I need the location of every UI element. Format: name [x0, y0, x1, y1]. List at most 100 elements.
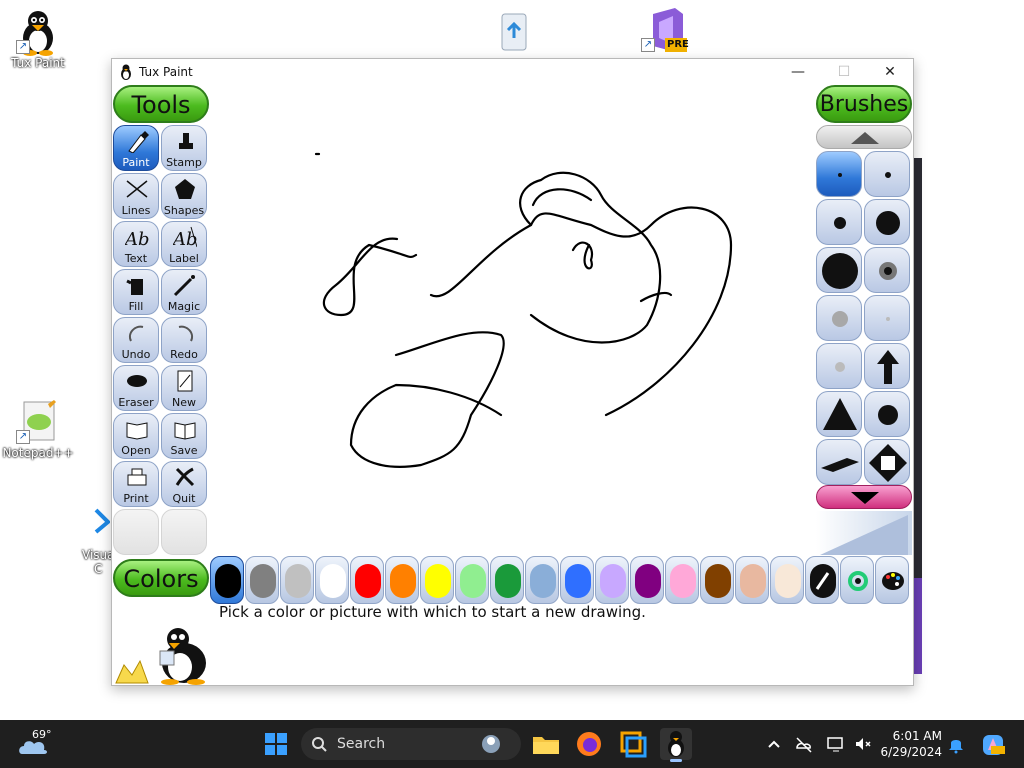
color-swatch-fill: [635, 564, 661, 598]
tool-lines-button[interactable]: Lines: [113, 173, 159, 219]
brush-option-4[interactable]: [864, 199, 910, 245]
brush-shape-icon: [823, 398, 857, 430]
minimize-button[interactable]: —: [775, 59, 821, 85]
notification-bell-icon[interactable]: [946, 734, 966, 754]
color-swatch-17[interactable]: [770, 556, 804, 604]
display-icon[interactable]: [826, 734, 846, 754]
color-swatch-8[interactable]: [455, 556, 489, 604]
tux-paint-taskbar-button[interactable]: [660, 728, 692, 762]
tool-text-button[interactable]: Abc Text: [113, 221, 159, 267]
brush-size-slider[interactable]: [816, 511, 912, 555]
tool-paint-button[interactable]: Paint: [113, 125, 159, 171]
drawing-canvas[interactable]: [211, 85, 815, 557]
brush-option-1[interactable]: [816, 151, 862, 197]
rainbow-color-button[interactable]: [840, 556, 874, 604]
color-swatch-4[interactable]: [315, 556, 349, 604]
color-swatch-fill: [705, 564, 731, 598]
weather-widget[interactable]: 69°: [18, 728, 58, 760]
desktop-icon-visual-studio-preview[interactable]: PRE ↗: [627, 6, 699, 54]
color-picker-dropper-button[interactable]: [805, 556, 839, 604]
brushes-scroll-down-button[interactable]: [816, 485, 912, 509]
brush-option-10[interactable]: [864, 343, 910, 389]
quit-icon: [175, 467, 195, 487]
tool-label: Quit: [172, 492, 196, 505]
color-swatch-fill: [250, 564, 276, 598]
brush-option-2[interactable]: [864, 151, 910, 197]
color-wheel-icon: [848, 571, 868, 591]
color-swatch-9[interactable]: [490, 556, 524, 604]
color-swatch-1[interactable]: [210, 556, 244, 604]
color-swatch-fill: [530, 564, 556, 598]
taskbar-search-box[interactable]: Search: [301, 728, 521, 760]
maximize-button[interactable]: ☐: [821, 59, 867, 85]
color-swatch-15[interactable]: [700, 556, 734, 604]
tool-redo-button[interactable]: Redo: [161, 317, 207, 363]
close-button[interactable]: ✕: [867, 59, 913, 85]
shortcut-arrow-icon: ↗: [641, 38, 655, 52]
start-button[interactable]: [260, 728, 292, 760]
tool-stamp-button[interactable]: Stamp: [161, 125, 207, 171]
color-swatch-11[interactable]: [560, 556, 594, 604]
brush-shape-icon: [879, 262, 897, 280]
brush-option-3[interactable]: [816, 199, 862, 245]
stamp-icon: [179, 133, 193, 149]
desktop-icon-notepad-plus-plus[interactable]: ↗ Notepad++: [2, 398, 74, 460]
tool-print-button[interactable]: Print: [113, 461, 159, 507]
tool-fill-button[interactable]: Fill: [113, 269, 159, 315]
tool-shapes-button[interactable]: Shapes: [161, 173, 207, 219]
tool-open-button[interactable]: Open: [113, 413, 159, 459]
tool-eraser-button[interactable]: Eraser: [113, 365, 159, 411]
brush-option-11[interactable]: [816, 391, 862, 437]
lines-icon: [126, 180, 148, 198]
brush-option-9[interactable]: [816, 343, 862, 389]
app-switch-button[interactable]: [617, 728, 649, 760]
brush-shape-icon: [886, 317, 890, 321]
brush-option-6[interactable]: [864, 247, 910, 293]
show-hidden-icons-chevron-icon[interactable]: [764, 734, 784, 754]
color-swatch-7[interactable]: [420, 556, 454, 604]
color-swatch-fill: [320, 564, 346, 598]
tool-quit-button[interactable]: Quit: [161, 461, 207, 507]
title-bar[interactable]: Tux Paint — ☐ ✕: [112, 59, 913, 85]
volume-muted-icon[interactable]: [853, 734, 873, 754]
tool-save-button[interactable]: Save: [161, 413, 207, 459]
tool-label: Text: [124, 252, 148, 265]
brush-option-7[interactable]: [816, 295, 862, 341]
desktop-icon-recycle-bin[interactable]: [474, 8, 546, 56]
tool-magic-button[interactable]: Magic: [161, 269, 207, 315]
tool-label: Undo: [121, 348, 151, 361]
copilot-icon[interactable]: [980, 732, 1006, 758]
brush-option-8[interactable]: [864, 295, 910, 341]
brush-shape-icon: [878, 405, 898, 425]
brush-shape-icon: [821, 458, 859, 472]
window-title: Tux Paint: [139, 65, 193, 79]
brushes-scroll-up-button[interactable]: [816, 125, 912, 149]
brush-option-12[interactable]: [864, 391, 910, 437]
brush-option-13[interactable]: [816, 439, 862, 485]
undo-icon: [129, 325, 144, 342]
brush-option-14[interactable]: [864, 439, 910, 485]
color-swatch-10[interactable]: [525, 556, 559, 604]
brush-option-5[interactable]: [816, 247, 862, 293]
color-swatch-14[interactable]: [665, 556, 699, 604]
tool-undo-button[interactable]: Undo: [113, 317, 159, 363]
search-highlight-icon: [482, 735, 500, 753]
file-explorer-button[interactable]: [530, 728, 562, 760]
color-swatch-12[interactable]: [595, 556, 629, 604]
palette-color-button[interactable]: [875, 556, 909, 604]
color-swatch-5[interactable]: [350, 556, 384, 604]
tool-new-button[interactable]: New: [161, 365, 207, 411]
network-offline-icon[interactable]: [794, 734, 814, 754]
tool-label-button[interactable]: Ab Label: [161, 221, 207, 267]
color-swatch-16[interactable]: [735, 556, 769, 604]
brush-shape-icon: [822, 253, 858, 289]
open-book-icon: [126, 422, 148, 440]
color-swatch-6[interactable]: [385, 556, 419, 604]
color-swatch-2[interactable]: [245, 556, 279, 604]
tool-label: Lines: [121, 204, 151, 217]
color-swatch-3[interactable]: [280, 556, 314, 604]
color-swatch-13[interactable]: [630, 556, 664, 604]
desktop-icon-tux-paint[interactable]: ↗ Tux Paint: [2, 8, 74, 70]
firefox-button[interactable]: [573, 728, 605, 760]
taskbar-clock[interactable]: 6:01 AM 6/29/2024: [880, 728, 942, 760]
